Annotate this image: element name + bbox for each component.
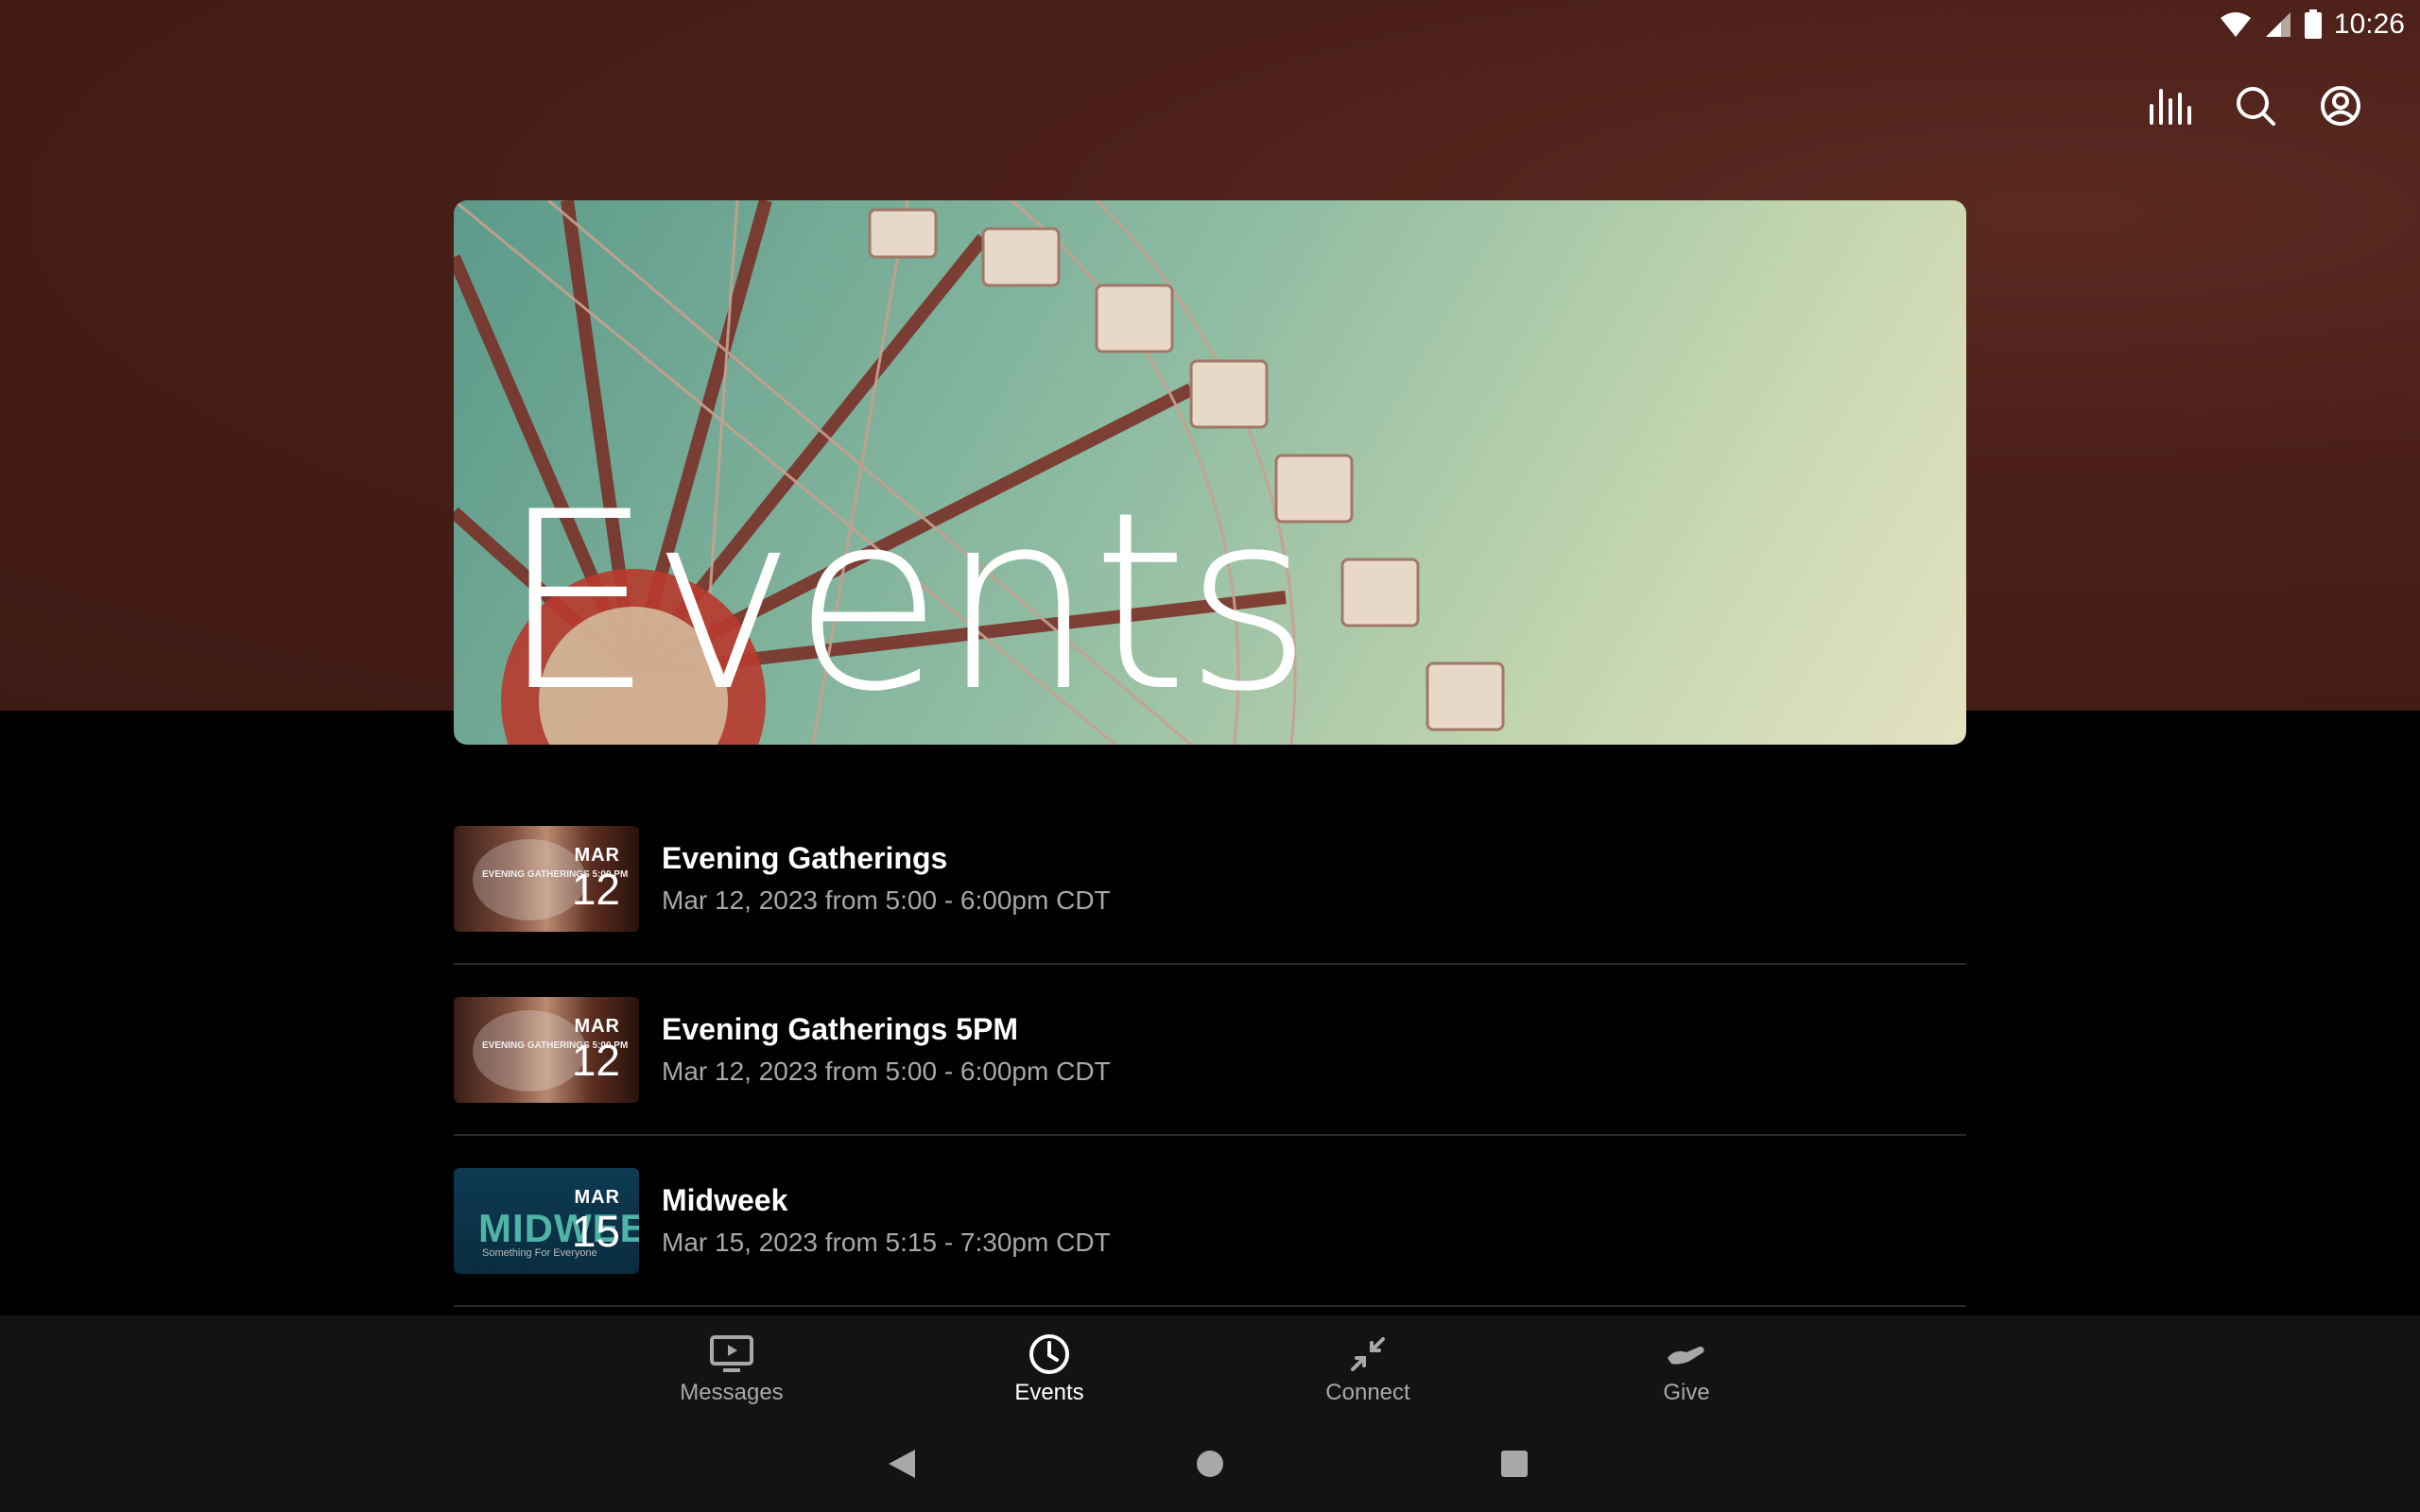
- events-hero-banner: Events: [454, 200, 1966, 745]
- thumbnail-month: MAR: [574, 844, 620, 866]
- event-item-evening-gatherings-5pm[interactable]: EVENING GATHERINGS 5:00 PM MAR 12 Evenin…: [454, 965, 1966, 1136]
- event-thumbnail: MIDWEEK Something For Everyone MAR 15: [454, 1167, 639, 1274]
- nav-tab-events[interactable]: Events: [955, 1329, 1144, 1406]
- back-button[interactable]: [887, 1448, 917, 1485]
- nav-tab-connect[interactable]: Connect: [1273, 1329, 1462, 1406]
- event-title: Evening Gatherings 5PM: [662, 1012, 1018, 1046]
- nav-label: Give: [1663, 1380, 1710, 1405]
- hand-icon: [1668, 1347, 1704, 1365]
- nav-tab-messages[interactable]: Messages: [637, 1329, 826, 1406]
- recents-square-icon: [1501, 1451, 1528, 1477]
- thumbnail-day: 15: [571, 1206, 620, 1256]
- nav-label: Events: [1014, 1380, 1084, 1405]
- battery-icon: [2304, 9, 2323, 40]
- thumbnail-month: MAR: [574, 1186, 620, 1208]
- search-button[interactable]: [2233, 83, 2278, 129]
- clock-icon: [1029, 1334, 1069, 1374]
- event-date: Mar 12, 2023 from 5:00 - 6:00pm CDT: [662, 885, 1111, 915]
- thumbnail-day: 12: [571, 864, 620, 914]
- nav-tab-give[interactable]: Give: [1592, 1329, 1781, 1406]
- event-title: Midweek: [662, 1183, 788, 1217]
- nav-label: Messages: [680, 1380, 784, 1405]
- recents-button[interactable]: [1499, 1448, 1530, 1485]
- search-icon: [2237, 87, 2275, 126]
- audio-bars-button[interactable]: [2148, 83, 2193, 129]
- thumbnail-day: 12: [571, 1035, 620, 1085]
- nav-label: Connect: [1325, 1380, 1410, 1405]
- event-item-midweek[interactable]: MIDWEEK Something For Everyone MAR 15 Mi…: [454, 1136, 1966, 1307]
- audio-bars-icon: [2150, 89, 2191, 125]
- thumbnail-month: MAR: [574, 1015, 620, 1037]
- bottom-navigation: Messages Events Connect Give: [0, 1315, 2420, 1512]
- arrows-inward-icon: [1351, 1337, 1385, 1371]
- home-circle-icon: [1197, 1451, 1223, 1477]
- event-thumbnail: EVENING GATHERINGS 5:00 PM MAR 12: [454, 996, 639, 1103]
- event-list: EVENING GATHERINGS 5:00 PM MAR 12 Evenin…: [454, 794, 1966, 1307]
- status-time: 10:26: [2333, 9, 2405, 40]
- tv-play-icon: [710, 1335, 753, 1372]
- status-bar: 10:26: [2219, 6, 2405, 43]
- account-button[interactable]: [2318, 83, 2363, 129]
- event-thumbnail: EVENING GATHERINGS 5:00 PM MAR 12: [454, 825, 639, 932]
- event-date: Mar 15, 2023 from 5:15 - 7:30pm CDT: [662, 1228, 1111, 1257]
- event-date: Mar 12, 2023 from 5:00 - 6:00pm CDT: [662, 1057, 1111, 1086]
- event-title: Evening Gatherings: [662, 841, 948, 875]
- back-triangle-icon: [889, 1450, 915, 1478]
- event-item-evening-gatherings[interactable]: EVENING GATHERINGS 5:00 PM MAR 12 Evenin…: [454, 794, 1966, 965]
- hero-title: Events: [499, 460, 1312, 745]
- wifi-icon: [2219, 10, 2253, 39]
- signal-icon: [2264, 10, 2292, 39]
- account-icon: [2321, 86, 2360, 126]
- top-actions: [2148, 83, 2363, 129]
- home-button[interactable]: [1195, 1448, 1225, 1485]
